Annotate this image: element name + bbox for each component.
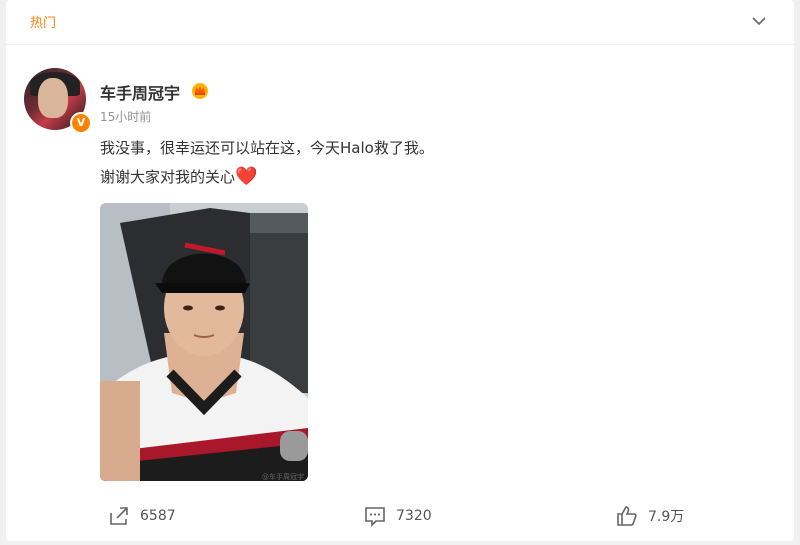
driver-photo-illustration: [100, 203, 308, 481]
chevron-down-icon[interactable]: [750, 12, 768, 30]
comment-button[interactable]: 7320: [364, 504, 432, 528]
crown-icon[interactable]: [190, 80, 210, 100]
verified-badge: V: [70, 112, 92, 134]
post-text-line2-text: 谢谢大家对我的关心: [100, 168, 236, 186]
post-text-line2: 谢谢大家对我的关心❤️: [100, 166, 257, 187]
post-photo[interactable]: [100, 203, 308, 481]
comment-count: 7320: [396, 508, 432, 524]
forward-count: 6587: [140, 508, 176, 524]
post-text-line1: 我没事，很幸运还可以站在这，今天Halo救了我。: [100, 139, 434, 157]
weibo-post-card: 热门 V 车手周冠宇 15小时前 我没事，很幸运还可以站在这，今天Halo救了我…: [6, 0, 794, 541]
forward-icon: [110, 507, 128, 525]
post-time[interactable]: 15小时前: [100, 108, 151, 125]
photo-watermark: @车手周冠宇: [262, 473, 304, 481]
bottom-separator: [0, 541, 800, 545]
avatar[interactable]: V: [24, 68, 92, 134]
like-count: 7.9万: [648, 509, 685, 525]
face-shape: [38, 78, 68, 118]
hot-label[interactable]: 热门: [30, 12, 56, 31]
hot-header: 热门: [6, 0, 794, 45]
forward-button[interactable]: 6587: [108, 504, 176, 528]
username[interactable]: 车手周冠宇: [100, 80, 180, 104]
like-button[interactable]: 7.9万: [616, 504, 684, 528]
thumbs-up-icon: [617, 506, 637, 526]
comment-icon: [365, 507, 385, 527]
heart-emoji: ❤️: [235, 166, 258, 187]
